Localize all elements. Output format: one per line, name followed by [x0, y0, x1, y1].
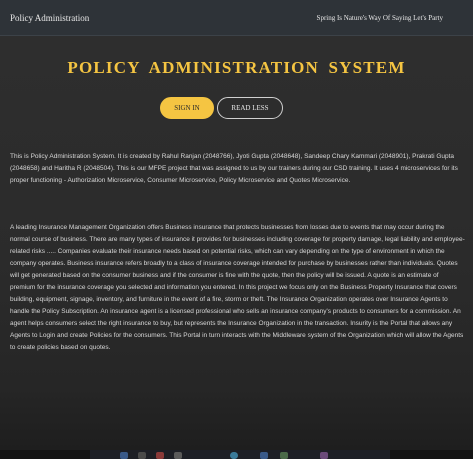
app-icon[interactable]	[280, 452, 288, 459]
navbar-tagline: Spring Is Nature's Way Of Saying Let's P…	[316, 13, 443, 22]
taskbar-strip	[90, 450, 390, 459]
app-icon[interactable]	[260, 452, 268, 459]
app-icon[interactable]	[174, 452, 182, 459]
app-icon[interactable]	[138, 452, 146, 459]
description-paragraph: A leading Insurance Management Organizat…	[10, 224, 465, 351]
app-icon[interactable]	[120, 452, 128, 459]
brand-link[interactable]: Policy Administration	[10, 13, 89, 23]
app-icon[interactable]	[156, 452, 164, 459]
os-taskbar	[0, 450, 473, 459]
intro-paragraph: This is Policy Administration System. It…	[10, 153, 458, 184]
app-icon[interactable]	[230, 452, 238, 459]
page-title: POLICY ADMINISTRATION SYSTEM	[67, 58, 406, 77]
main-content: POLICY ADMINISTRATION SYSTEM SIGN IN REA…	[0, 36, 473, 450]
read-less-button[interactable]: READ LESS	[217, 97, 283, 119]
sign-in-button[interactable]: SIGN IN	[160, 97, 214, 119]
top-navbar: Policy Administration Spring Is Nature's…	[0, 0, 473, 36]
app-icon[interactable]	[320, 452, 328, 459]
